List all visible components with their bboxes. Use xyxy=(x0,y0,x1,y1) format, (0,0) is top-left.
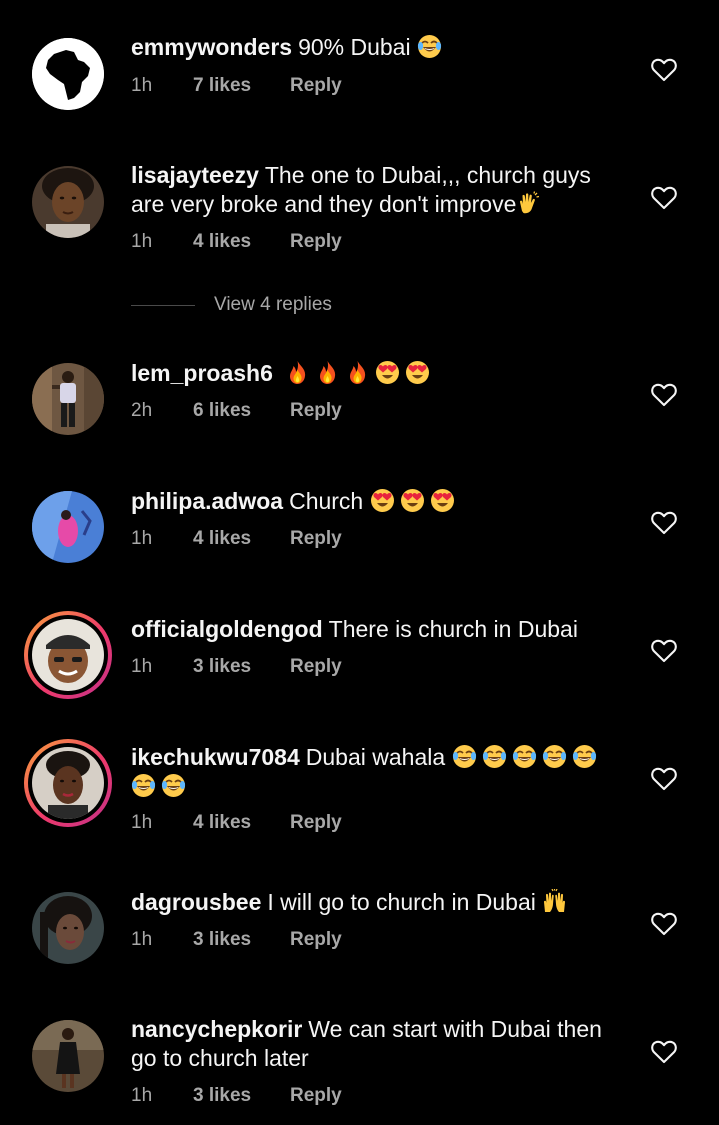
comment-text: lisajayteezy The one to Dubai,,, church g… xyxy=(131,161,611,219)
avatar[interactable] xyxy=(32,166,104,238)
username[interactable]: emmywonders xyxy=(131,34,292,60)
man-cap-avatar xyxy=(32,619,104,691)
tears-of-joy-emoji xyxy=(416,34,442,59)
reply-button[interactable]: Reply xyxy=(290,812,342,834)
comment-time: 1h xyxy=(131,1085,153,1106)
heart-eyes-emoji xyxy=(370,489,394,512)
heart-eyes-emoji xyxy=(406,361,430,384)
woman-portrait-avatar xyxy=(32,166,104,238)
username[interactable]: lisajayteezy xyxy=(131,162,259,188)
view-replies-label[interactable]: View 4 replies xyxy=(214,294,332,316)
comment-time: 1h xyxy=(131,75,153,96)
blue-photo-avatar xyxy=(32,491,104,563)
full-body-photo-avatar xyxy=(32,363,104,435)
avatar[interactable] xyxy=(32,363,104,435)
tears-of-joy-emoji xyxy=(161,773,186,798)
comment-time: 1h xyxy=(131,812,153,833)
avatar[interactable] xyxy=(32,38,104,110)
reply-button[interactable]: Reply xyxy=(290,400,342,422)
comment-text: officialgoldengod There is church in Duba… xyxy=(131,615,611,644)
reply-button[interactable]: Reply xyxy=(290,1085,342,1107)
comment-text: emmywonders 90% Dubai xyxy=(131,33,611,62)
tears-of-joy-emoji xyxy=(131,773,156,798)
avatar[interactable] xyxy=(32,892,104,964)
fire-emoji xyxy=(320,361,336,384)
username[interactable]: philipa.adwoa xyxy=(131,488,283,514)
username[interactable]: nancychepkorir xyxy=(131,1016,302,1042)
comment-time: 1h xyxy=(131,656,153,677)
comment-body: Church xyxy=(289,488,364,514)
tears-of-joy-emoji xyxy=(451,744,477,769)
woman-dark-avatar xyxy=(32,892,104,964)
story-ring-avatar[interactable] xyxy=(24,739,112,827)
raising-hands-emoji xyxy=(543,889,566,913)
replies-divider xyxy=(131,305,195,306)
comment-body: There is church in Dubai xyxy=(328,616,578,642)
tears-of-joy-emoji xyxy=(571,744,597,769)
reply-button[interactable]: Reply xyxy=(290,528,342,550)
comment-text: lem_proash6 xyxy=(131,359,611,388)
clapping-hands-emoji xyxy=(519,191,541,214)
heart-eyes-emoji xyxy=(376,361,400,384)
comment-text: dagrousbee I will go to church in Dubai xyxy=(131,888,611,917)
heart-outline-icon[interactable] xyxy=(651,186,677,210)
reply-button[interactable]: Reply xyxy=(290,656,342,678)
story-ring-avatar[interactable] xyxy=(24,611,112,699)
heart-outline-icon[interactable] xyxy=(651,511,677,535)
heart-outline-icon[interactable] xyxy=(651,639,677,663)
comment-body: I will go to church in Dubai xyxy=(267,889,536,915)
comment-body: Dubai wahala xyxy=(305,744,446,770)
fire-emoji xyxy=(350,361,366,384)
heart-outline-icon[interactable] xyxy=(651,58,677,82)
heart-outline-icon[interactable] xyxy=(651,912,677,936)
likes-count[interactable]: 4 likes xyxy=(193,812,251,834)
likes-count[interactable]: 6 likes xyxy=(193,400,251,422)
avatar[interactable] xyxy=(32,1020,104,1092)
comment-text: philipa.adwoa Church xyxy=(131,487,611,516)
reply-button[interactable]: Reply xyxy=(290,231,342,253)
comment-body: 90% Dubai xyxy=(298,34,411,60)
comment-time: 1h xyxy=(131,929,153,950)
likes-count[interactable]: 3 likes xyxy=(193,656,251,678)
comment-time: 1h xyxy=(131,528,153,549)
comment-text: nancychepkorir We can start with Dubai th… xyxy=(131,1015,611,1073)
username[interactable]: officialgoldengod xyxy=(131,616,323,642)
likes-count[interactable]: 4 likes xyxy=(193,231,251,253)
heart-eyes-emoji xyxy=(400,489,424,512)
avatar[interactable] xyxy=(32,491,104,563)
tears-of-joy-emoji xyxy=(541,744,567,769)
comment-time: 1h xyxy=(131,231,153,252)
standing-woman-avatar xyxy=(32,1020,104,1092)
username[interactable]: dagrousbee xyxy=(131,889,261,915)
heart-outline-icon[interactable] xyxy=(651,1040,677,1064)
reply-button[interactable]: Reply xyxy=(290,929,342,951)
fire-emoji xyxy=(290,361,306,384)
username[interactable]: ikechukwu7084 xyxy=(131,744,300,770)
username[interactable]: lem_proash6 xyxy=(131,360,273,386)
likes-count[interactable]: 7 likes xyxy=(193,75,251,97)
tears-of-joy-emoji xyxy=(481,744,507,769)
heart-eyes-emoji xyxy=(430,489,454,512)
comment-time: 2h xyxy=(131,400,153,421)
likes-count[interactable]: 3 likes xyxy=(193,929,251,951)
heart-outline-icon[interactable] xyxy=(651,383,677,407)
likes-count[interactable]: 3 likes xyxy=(193,1085,251,1107)
tears-of-joy-emoji xyxy=(511,744,537,769)
reply-button[interactable]: Reply xyxy=(290,75,342,97)
africa-map-avatar xyxy=(32,38,104,110)
comment-text: ikechukwu7084 Dubai wahala xyxy=(131,743,611,801)
woman-selfie-avatar xyxy=(32,747,104,819)
heart-outline-icon[interactable] xyxy=(651,767,677,791)
likes-count[interactable]: 4 likes xyxy=(193,528,251,550)
